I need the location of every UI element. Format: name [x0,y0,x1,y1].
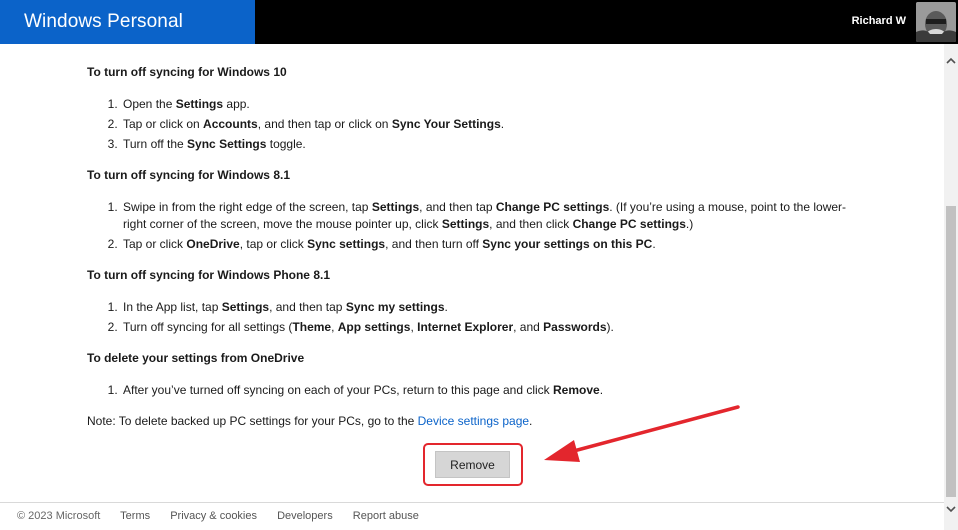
list-item: Open the Settings app. [121,96,867,113]
steps-list: Swipe in from the right edge of the scre… [87,199,867,253]
section-heading: To delete your settings from OneDrive [87,351,305,365]
section-windows-phone-8-1: To turn off syncing for Windows Phone 8.… [87,267,867,336]
chevron-down-icon[interactable] [944,502,958,516]
instructions-content: To turn off syncing for Windows 10 Open … [87,62,867,430]
emphasis-text: Settings [371,200,420,214]
footer-link-privacy[interactable]: Privacy & cookies [170,510,257,522]
list-item: Turn off the Sync Settings toggle. [121,136,867,153]
avatar[interactable] [916,2,956,42]
emphasis-text: Passwords [543,320,607,334]
annotation-arrow-icon [544,405,740,462]
steps-list: After you’ve turned off syncing on each … [87,382,867,399]
emphasis-text: Theme [292,320,332,334]
list-item: In the App list, tap Settings, and then … [121,299,867,316]
emphasis-text: Settings [221,300,270,314]
emphasis-text: OneDrive [186,237,240,251]
list-item: Tap or click on Accounts, and then tap o… [121,116,867,133]
section-heading: To turn off syncing for Windows Phone 8.… [87,268,330,282]
emphasis-text: App settings [337,320,411,334]
note-text: Note: To delete backed up PC settings fo… [87,413,867,430]
vertical-scrollbar[interactable] [944,44,958,530]
section-heading: To turn off syncing for Windows 8.1 [87,168,290,182]
emphasis-text: Sync my settings [345,300,445,314]
section-windows-10: To turn off syncing for Windows 10 Open … [87,64,867,153]
remove-button[interactable]: Remove [435,451,510,478]
section-heading: To turn off syncing for Windows 10 [87,65,287,79]
copyright-text: © 2023 Microsoft [17,510,101,522]
device-settings-link[interactable]: Device settings page [418,414,529,428]
emphasis-text: Sync Settings [187,137,267,151]
emphasis-text: Internet Explorer [417,320,514,334]
emphasis-text: Change PC settings [495,200,610,214]
scrollbar-thumb[interactable] [946,206,956,497]
emphasis-text: Sync Your Settings [391,117,501,131]
top-bar: Windows Personal Settings Richard W [0,0,958,76]
list-item: Swipe in from the right edge of the scre… [121,199,867,233]
note-suffix: . [529,414,533,428]
footer: © 2023 Microsoft Terms Privacy & cookies… [0,502,944,530]
emphasis-text: Accounts [203,117,258,131]
emphasis-text: Settings [175,97,224,111]
emphasis-text: Settings [441,217,490,231]
list-item: Tap or click OneDrive, tap or click Sync… [121,236,867,253]
section-windows-8-1: To turn off syncing for Windows 8.1 Swip… [87,167,867,253]
list-item: After you’ve turned off syncing on each … [121,382,867,399]
app-title[interactable]: Windows Personal Settings [0,0,255,76]
note-prefix: Note: To delete backed up PC settings fo… [87,414,418,428]
remove-highlight-box: Remove [423,443,523,486]
avatar-face-icon [916,2,956,42]
emphasis-text: Sync settings [307,237,386,251]
emphasis-text: Sync your settings on this PC [482,237,653,251]
section-delete-onedrive: To delete your settings from OneDrive Af… [87,350,867,399]
footer-link-report-abuse[interactable]: Report abuse [353,510,419,522]
steps-list: Open the Settings app. Tap or click on Ac… [87,96,867,153]
list-item: Turn off syncing for all settings (Theme… [121,319,867,336]
emphasis-text: Change PC settings [572,217,686,231]
emphasis-text: Remove [553,383,600,397]
chevron-up-icon[interactable] [944,54,958,68]
steps-list: In the App list, tap Settings, and then … [87,299,867,336]
user-name[interactable]: Richard W [852,0,906,42]
footer-link-developers[interactable]: Developers [277,510,333,522]
footer-link-terms[interactable]: Terms [120,510,150,522]
